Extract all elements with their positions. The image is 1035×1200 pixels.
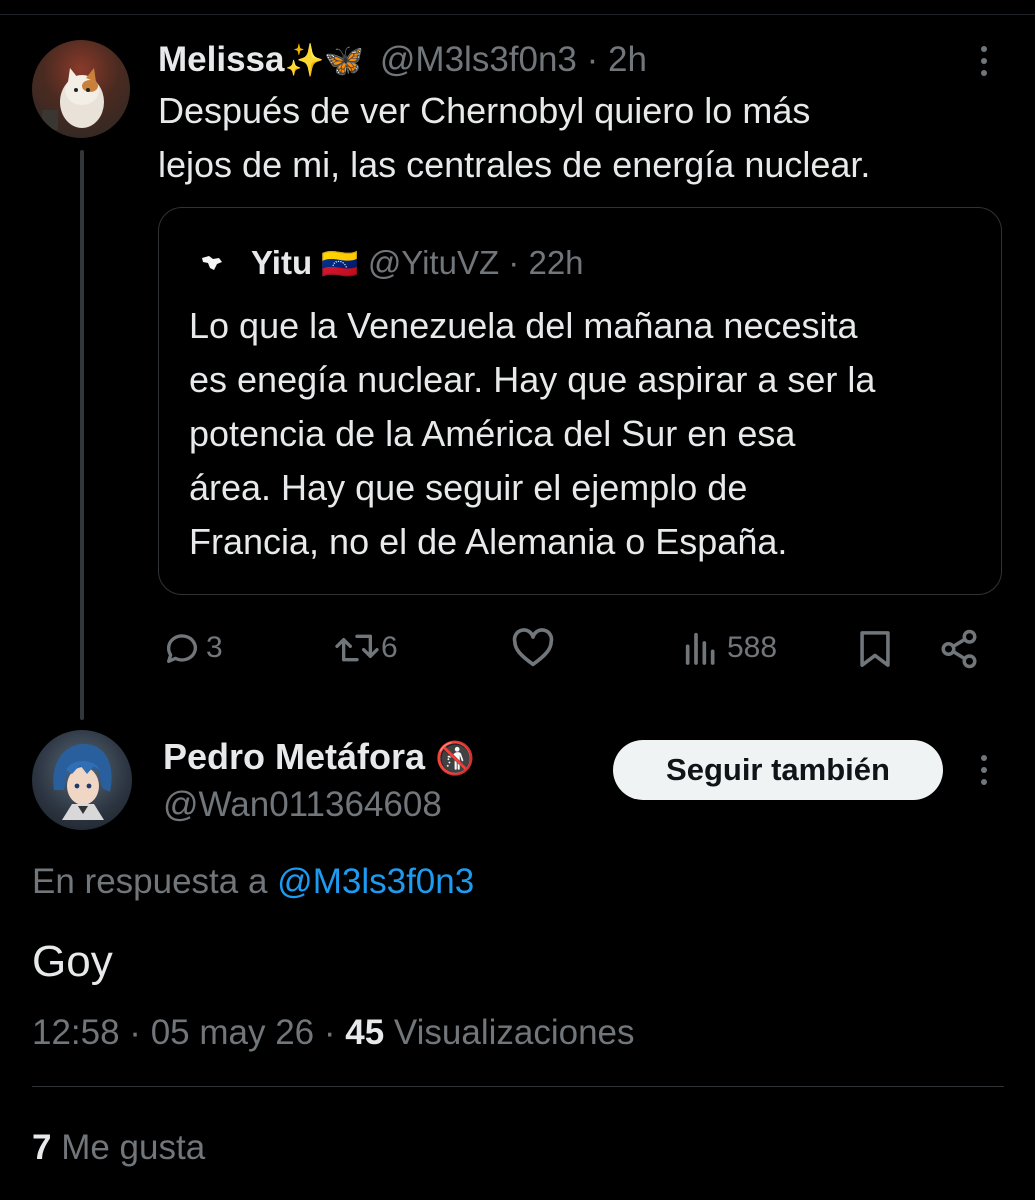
cat-avatar-art [42, 68, 104, 130]
likes-count: 7 [32, 1128, 52, 1167]
separator-dot: · [586, 40, 599, 79]
quote-author-handle[interactable]: @YituVZ [368, 244, 499, 281]
in-reply-to: En respuesta a @M3ls3f0n3 [32, 860, 474, 904]
share-button[interactable] [938, 628, 980, 670]
retweet-button[interactable]: 6 [333, 628, 398, 668]
reply-author-name[interactable]: Pedro Metáfora [163, 736, 425, 777]
tweet-text: Después de ver Chernobyl quiero lo más l… [158, 84, 870, 192]
reply-header-name: Pedro Metáfora 🚯 [163, 734, 475, 781]
quote-text-line: área. Hay que seguir el ejemplo de [189, 467, 748, 508]
in-reply-handle-link[interactable]: @M3ls3f0n3 [277, 862, 474, 901]
melissa-avatar[interactable] [32, 40, 130, 138]
views-count: 588 [727, 631, 778, 664]
author-emoji: ✨🦋 [284, 42, 365, 78]
quote-header: Yitu 🇻🇪 @YituVZ · 22h [251, 242, 584, 286]
tweet-text-line: lejos de mi, las centrales de energía nu… [158, 144, 871, 185]
quote-time[interactable]: 22h [528, 244, 583, 281]
likes-label: Me gusta [61, 1128, 206, 1167]
share-icon [941, 629, 977, 669]
likes-stat[interactable]: 7 Me gusta [32, 1126, 205, 1170]
reply-author-handle[interactable]: @Wan011364608 [163, 783, 442, 827]
quote-text: Lo que la Venezuela del mañana necesita … [189, 299, 875, 569]
yitu-avatar [199, 250, 225, 276]
stats-divider [32, 1086, 1004, 1087]
separator-dot: · [508, 244, 520, 281]
top-divider [0, 14, 1035, 15]
reply-meta: 12:58 · 05 may 26 · 45 Visualizaciones [32, 1011, 635, 1055]
tweet-text-line: Después de ver Chernobyl quiero lo más [158, 90, 811, 131]
reply-views-label: Visualizaciones [393, 1013, 635, 1052]
quote-text-line: Lo que la Venezuela del mañana necesita [189, 305, 858, 346]
reply-text: Goy [32, 937, 113, 986]
reply-timestamp[interactable]: 12:58 · 05 may 26 · [32, 1013, 336, 1052]
quoted-tweet-card[interactable]: Yitu 🇻🇪 @YituVZ · 22h Lo que la Venezuel… [158, 207, 1002, 595]
venezuela-map-icon [202, 256, 222, 270]
in-reply-prefix: En respuesta a [32, 862, 268, 901]
like-icon [512, 628, 554, 667]
views-icon [685, 632, 715, 665]
follow-back-button[interactable]: Seguir también [613, 740, 943, 800]
like-button[interactable] [511, 628, 555, 668]
no-littering-icon: 🚯 [435, 740, 475, 776]
retweet-count: 6 [381, 631, 398, 664]
author-handle[interactable]: @M3ls3f0n3 [380, 40, 577, 79]
bookmark-button[interactable] [855, 628, 895, 670]
reply-count: 3 [206, 631, 223, 664]
reply-views-count: 45 [345, 1013, 385, 1052]
quote-text-line: Francia, no el de Alemania o España. [189, 521, 788, 562]
author-name[interactable]: Melissa [158, 40, 284, 79]
quote-text-line: es enegía nuclear. Hay que aspirar a ser… [189, 359, 876, 400]
tweet-header: Melissa✨🦋 @M3ls3f0n3 · 2h [158, 38, 647, 82]
more-options-icon[interactable] [981, 755, 987, 791]
bookmark-icon [860, 631, 890, 667]
quote-text-line: potencia de la América del Sur en esa [189, 413, 796, 454]
views-button[interactable]: 588 [681, 628, 777, 668]
reply-button[interactable]: 3 [162, 628, 223, 668]
anime-avatar-art [53, 744, 112, 820]
pedro-avatar[interactable] [32, 730, 132, 830]
quote-author-name[interactable]: Yitu [251, 244, 312, 281]
thread-connector-line [80, 150, 84, 720]
venezuela-flag-icon: 🇻🇪 [321, 248, 359, 281]
tweet-time[interactable]: 2h [608, 40, 647, 79]
reply-icon [166, 634, 197, 663]
retweet-icon [335, 634, 379, 662]
more-options-icon[interactable] [981, 46, 987, 82]
